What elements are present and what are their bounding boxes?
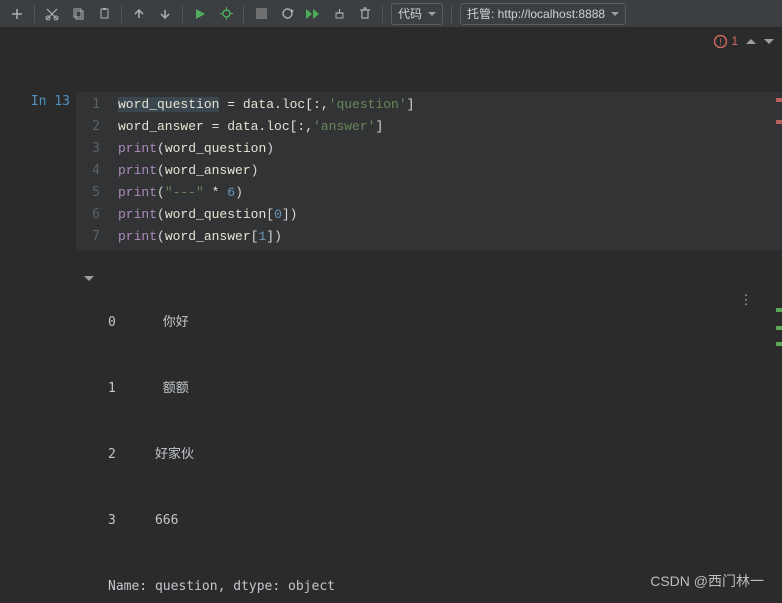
- stop-icon[interactable]: [249, 2, 273, 26]
- cell-more-icon[interactable]: ⋮: [736, 292, 756, 308]
- run-all-icon[interactable]: [301, 2, 325, 26]
- add-cell-button[interactable]: [5, 2, 29, 26]
- minimap: [776, 28, 782, 603]
- output-area: 0 你好 1 额额 2 好家伙 3 666 Name: question, dt…: [0, 268, 782, 603]
- run-cell-button[interactable]: [188, 2, 212, 26]
- code-editor[interactable]: word_question = data.loc[:,'question'] w…: [108, 92, 782, 250]
- svg-text:!: !: [720, 37, 723, 47]
- move-down-button[interactable]: [153, 2, 177, 26]
- debug-cell-button[interactable]: [214, 2, 238, 26]
- error-count: 1: [731, 34, 738, 48]
- collapse-output-icon[interactable]: [84, 276, 94, 281]
- prev-warning-button[interactable]: [746, 39, 756, 44]
- output-line: 1 额额: [108, 378, 782, 400]
- host-label: 托管: http://localhost:8888: [467, 5, 605, 22]
- watermark: CSDN @西门林一: [650, 571, 764, 591]
- cell-type-label: 代码: [398, 5, 422, 22]
- move-up-button[interactable]: [127, 2, 151, 26]
- restart-icon[interactable]: [275, 2, 299, 26]
- code-cell: In 13 1 2 3 4 5 6 7 word_question = data…: [0, 92, 782, 250]
- copy-icon[interactable]: [66, 2, 90, 26]
- toolbar: 代码 托管: http://localhost:8888: [0, 0, 782, 28]
- output-line: 2 好家伙: [108, 444, 782, 466]
- error-indicator[interactable]: ! 1: [714, 34, 738, 48]
- clear-output-icon[interactable]: [327, 2, 351, 26]
- next-warning-button[interactable]: [764, 39, 774, 44]
- status-bar: ! 1: [0, 28, 782, 54]
- output-line: 3 666: [108, 510, 782, 532]
- cell-type-dropdown[interactable]: 代码: [391, 3, 443, 25]
- cell-prompt: In 13: [0, 92, 76, 250]
- chevron-down-icon: [611, 12, 619, 16]
- cut-icon[interactable]: [40, 2, 64, 26]
- output-line: 0 你好: [108, 312, 782, 334]
- paste-icon[interactable]: [92, 2, 116, 26]
- line-number-gutter: 1 2 3 4 5 6 7: [76, 92, 108, 250]
- delete-cell-icon[interactable]: [353, 2, 377, 26]
- cell-output: 0 你好 1 额额 2 好家伙 3 666 Name: question, dt…: [108, 268, 782, 603]
- host-dropdown[interactable]: 托管: http://localhost:8888: [460, 3, 626, 25]
- chevron-down-icon: [428, 12, 436, 16]
